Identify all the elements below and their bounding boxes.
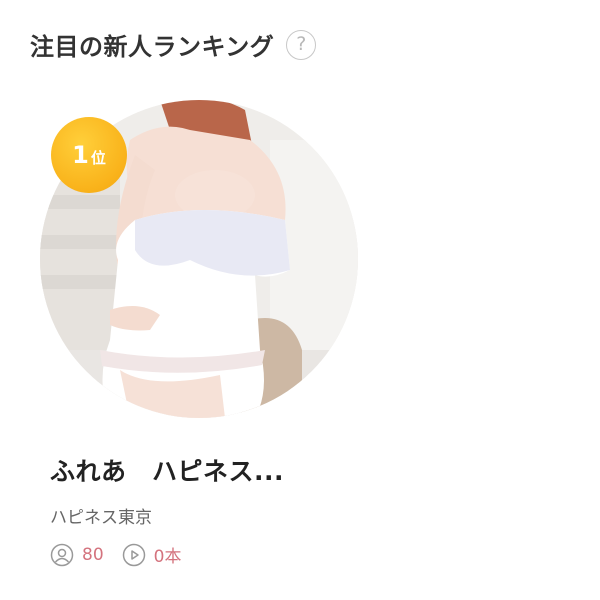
user-circle-icon xyxy=(50,543,74,567)
rank-badge: 1 位 xyxy=(51,117,127,193)
rank-suffix: 位 xyxy=(90,149,106,167)
play-circle-icon xyxy=(122,543,146,567)
ranking-card[interactable]: 1 位 ふれあ ハピネス... ハピネス東京 80 0本 xyxy=(36,100,366,580)
section-header: 注目の新人ランキング ? xyxy=(30,27,317,62)
follower-count: 80 xyxy=(82,544,104,565)
shop-name[interactable]: ハピネス東京 xyxy=(50,503,152,528)
stats-row: 80 0本 xyxy=(50,542,191,567)
ranking-page: 注目の新人ランキング ? 1 位 ふれあ ハピネス... ハピネス東京 80 0… xyxy=(0,0,600,600)
performer-name[interactable]: ふれあ ハピネス... xyxy=(50,452,350,488)
question-circle-icon[interactable]: ? xyxy=(286,29,317,60)
rank-number: 1 xyxy=(72,141,89,169)
video-count: 0本 xyxy=(153,547,182,567)
section-title: 注目の新人ランキング xyxy=(30,33,275,61)
